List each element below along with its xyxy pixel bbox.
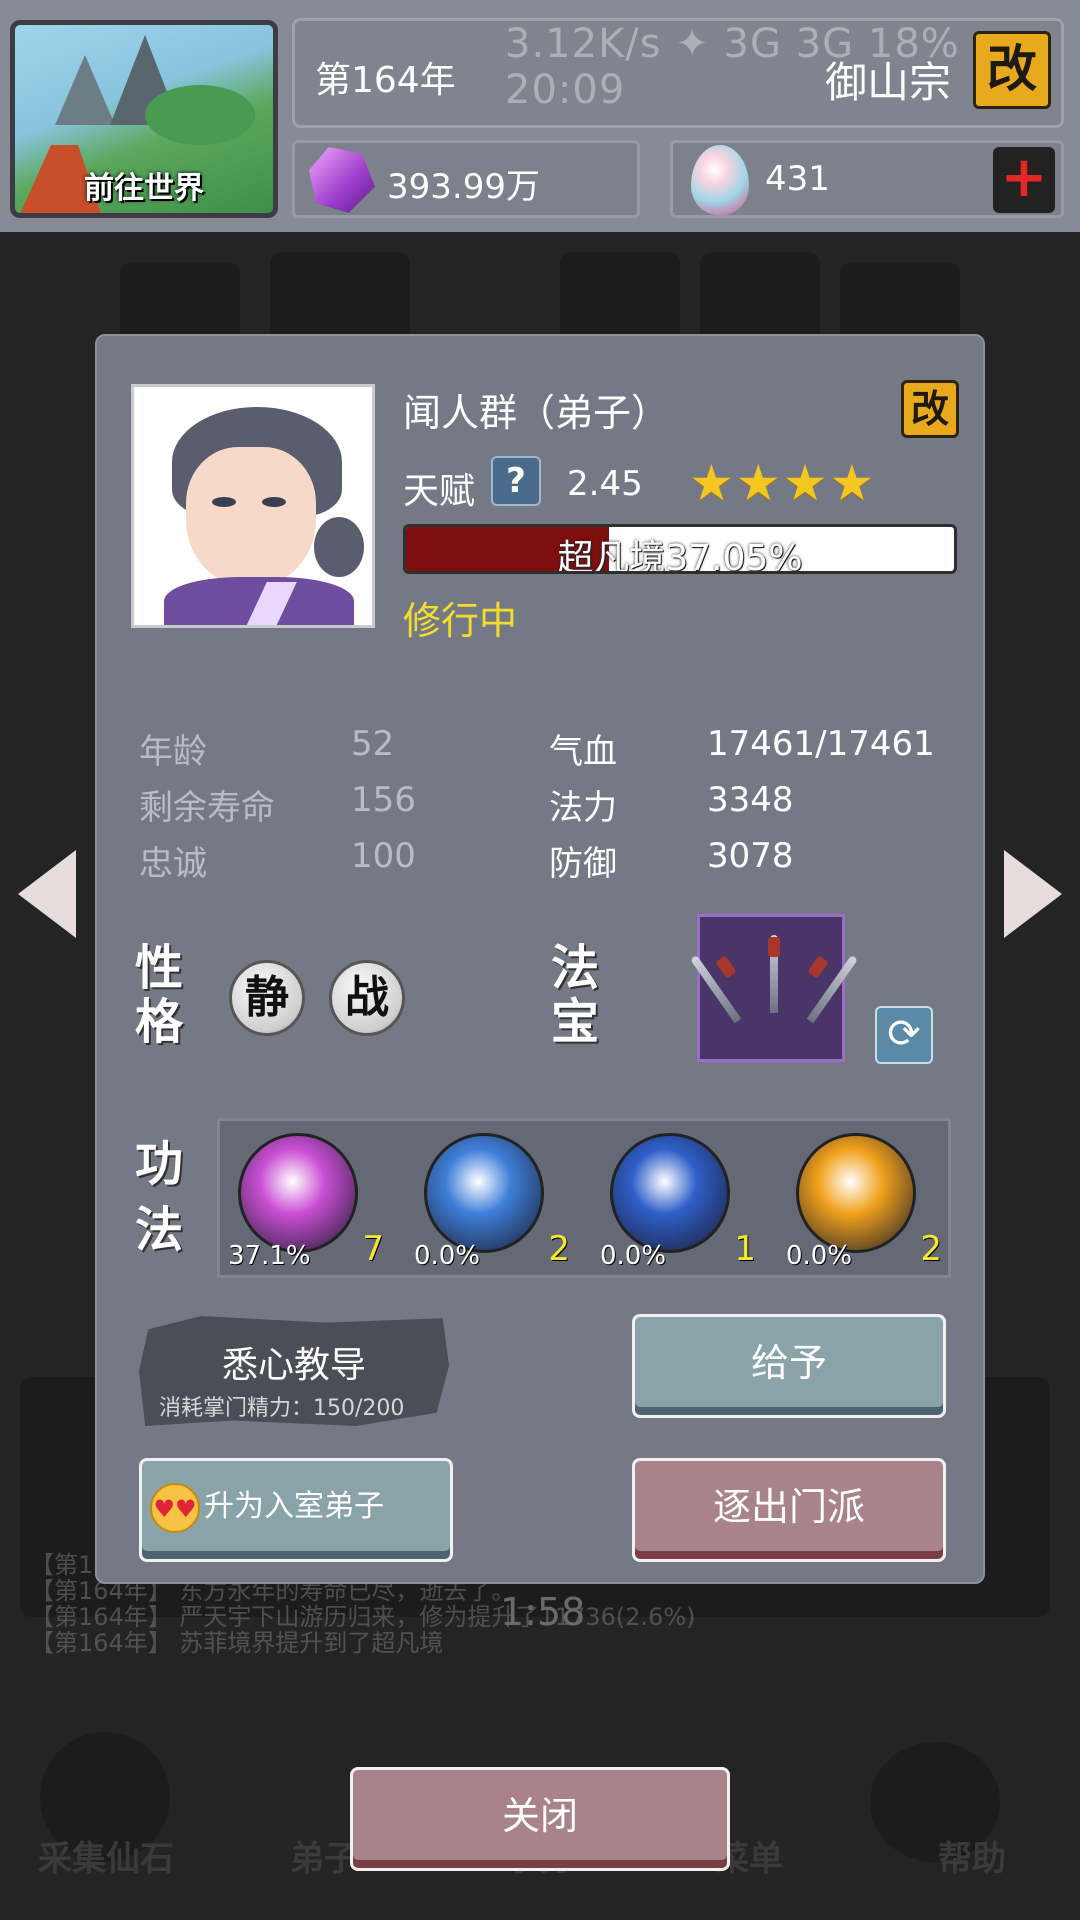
egg-counter: 431 + <box>670 140 1064 218</box>
give-button[interactable]: 给予 <box>632 1314 946 1418</box>
treasure-title-1: 法 <box>551 940 600 996</box>
star-rating: ★★★★ <box>689 454 877 512</box>
talent-value: 2.45 <box>567 464 643 504</box>
egg-value: 431 <box>765 159 830 199</box>
dagger-icon <box>689 954 742 1024</box>
skill-progress: 0.0% <box>600 1241 667 1271</box>
stat-label-hp: 气血 <box>549 732 617 772</box>
trait-badge[interactable]: 静 <box>229 960 305 1036</box>
heart-eyes-emoji-icon: ♥♥ <box>150 1483 200 1533</box>
world-map-label: 前往世界 <box>84 171 204 206</box>
stat-value-age: 52 <box>351 724 395 764</box>
refresh-icon[interactable]: ⟳ <box>875 1006 933 1064</box>
stat-label-defense: 防御 <box>549 844 617 884</box>
stat-value-loyalty: 100 <box>351 836 416 876</box>
golden-bell-icon <box>796 1133 916 1253</box>
island-icon <box>145 85 255 145</box>
skills-panel: 37.1% 7 0.0% 2 0.0% 1 0.0% 2 <box>217 1118 951 1278</box>
log-line: 【第164年】 苏菲境界提升到了超凡境 <box>30 1629 444 1657</box>
purple-vortex-icon <box>238 1133 358 1253</box>
bg-building <box>120 262 240 342</box>
skill-progress: 37.1% <box>228 1241 311 1271</box>
add-eggs-button[interactable]: + <box>993 147 1055 213</box>
realm-progress-text: 超凡境37.05% <box>557 538 803 574</box>
promote-button[interactable]: ♥♥ 升为入室弟子 <box>139 1458 453 1562</box>
stat-value-hp: 17461/17461 <box>707 724 935 764</box>
page: { "header": { "map_label": "前往世界", "year… <box>0 0 1080 1920</box>
stat-value-mana: 3348 <box>707 780 794 820</box>
treasure-slot[interactable] <box>689 914 859 1062</box>
top-bar: 前往世界 3.12K/s ✦ 3G 3G 18% ▣ 20:09 第164年 御… <box>0 0 1080 232</box>
skill-level: 2 <box>920 1229 942 1269</box>
next-disciple-arrow[interactable] <box>1004 850 1062 938</box>
skill-progress: 0.0% <box>414 1241 481 1271</box>
teach-button[interactable]: 悉心教导 消耗掌门精力：150/200 <box>139 1316 449 1426</box>
crystal-icon <box>309 147 375 213</box>
skill-level: 7 <box>362 1229 384 1269</box>
help-icon[interactable]: ? <box>491 456 541 506</box>
teach-label: 悉心教导 <box>221 1345 366 1386</box>
wind-swirl-icon <box>610 1133 730 1253</box>
timer: 1:58 <box>500 1590 586 1634</box>
skill-level: 1 <box>734 1229 756 1269</box>
year-label: 第164年 <box>315 60 456 101</box>
dagger-hilt <box>807 955 829 979</box>
close-button[interactable]: 关闭 <box>350 1767 730 1871</box>
rename-disciple-button[interactable]: 改 <box>901 380 959 438</box>
skill-slot[interactable]: 37.1% 7 <box>228 1131 384 1271</box>
stat-label-loyalty: 忠诚 <box>139 844 207 884</box>
skill-slot[interactable]: 0.0% 2 <box>786 1131 942 1271</box>
skill-level: 2 <box>548 1229 570 1269</box>
skills-title-2: 法 <box>135 1202 184 1258</box>
log-line: 【第164年】 严天宇下山游历归来，修为提升了11736(2.6%) <box>30 1603 696 1631</box>
skill-slot[interactable]: 0.0% 1 <box>600 1131 756 1271</box>
realm-progress-bar: 超凡境37.05% <box>403 524 957 574</box>
nav-disciples[interactable]: 弟子 <box>290 1831 358 1880</box>
stat-label-mana: 法力 <box>549 788 617 828</box>
rename-sect-button[interactable]: 改 <box>973 31 1051 109</box>
trait-badge[interactable]: 战 <box>329 960 405 1036</box>
mountain-icon <box>55 55 115 125</box>
nav-collect[interactable]: 采集仙石 <box>38 1831 174 1880</box>
disciple-name: 闻人群（弟子） <box>403 391 670 435</box>
personality-title-2: 格 <box>135 994 184 1050</box>
personality-title-1: 性 <box>135 940 184 996</box>
talent-label: 天赋 <box>403 471 476 512</box>
skills-title-1: 功 <box>135 1136 184 1192</box>
stat-label-age: 年龄 <box>139 732 207 772</box>
eye-shape <box>262 497 286 507</box>
dagger-hilt <box>768 937 780 957</box>
spirit-stone-counter: 393.99万 <box>292 140 640 218</box>
world-map-button[interactable]: 前往世界 <box>10 20 278 218</box>
nav-help[interactable]: 帮助 <box>938 1831 1006 1880</box>
skill-slot[interactable]: 0.0% 2 <box>414 1131 570 1271</box>
dagger-hilt <box>715 955 737 979</box>
disciple-detail-dialog: 闻人群（弟子） 改 天赋 ? 2.45 ★★★★ 超凡境37.05% 修行中 年… <box>95 334 985 1584</box>
disciple-portrait <box>131 384 375 628</box>
previous-disciple-arrow[interactable] <box>18 850 76 938</box>
stat-label-lifespan: 剩余寿命 <box>139 788 275 828</box>
ice-blades-icon <box>424 1133 544 1253</box>
face-shape <box>186 447 316 587</box>
treasure-title-2: 宝 <box>551 994 600 1050</box>
hair-shape <box>314 517 364 577</box>
cultivation-state: 修行中 <box>403 599 518 643</box>
teach-cost: 消耗掌门精力：150/200 <box>159 1396 405 1421</box>
eye-shape <box>212 497 236 507</box>
egg-icon <box>691 145 749 215</box>
stat-value-defense: 3078 <box>707 836 794 876</box>
spirit-stone-value: 393.99万 <box>387 167 540 207</box>
stat-value-lifespan: 156 <box>351 780 416 820</box>
promote-label: 升为入室弟子 <box>204 1489 384 1524</box>
sect-name: 御山宗 <box>824 58 951 107</box>
expel-button[interactable]: 逐出门派 <box>632 1458 946 1562</box>
skill-progress: 0.0% <box>786 1241 853 1271</box>
sect-info-panel: 3.12K/s ✦ 3G 3G 18% ▣ 20:09 第164年 御山宗 改 <box>292 18 1064 128</box>
